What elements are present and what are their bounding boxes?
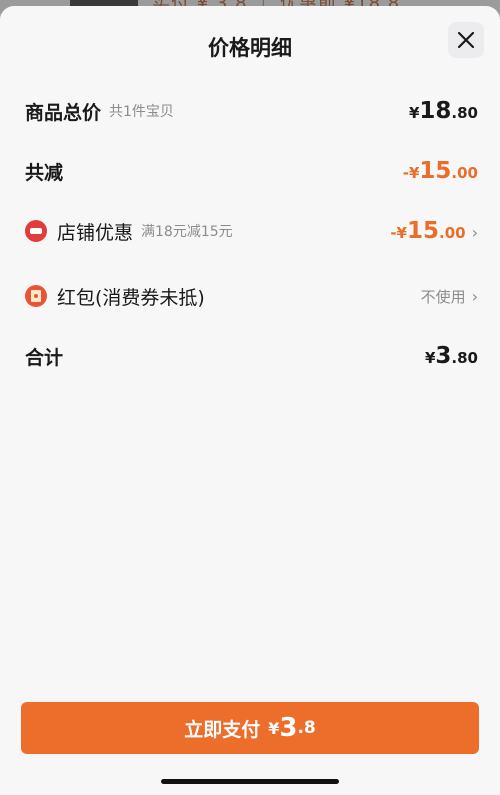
- item-count: 共1件宝贝: [109, 104, 174, 120]
- red-packet-row[interactable]: 红包(消费券未抵) 不使用 ›: [25, 281, 478, 311]
- goods-total-row: 商品总价 共1件宝贝 ¥18.80: [25, 96, 478, 126]
- chevron-right-icon: ›: [471, 223, 478, 242]
- close-icon: [457, 31, 475, 49]
- red-packet-value: 不使用: [420, 287, 466, 306]
- shop-coupon-icon: [25, 220, 47, 242]
- shop-discount-label: 店铺优惠: [57, 221, 134, 244]
- total-price: ¥3.80: [424, 343, 478, 369]
- sheet-title: 价格明细: [208, 36, 292, 60]
- home-indicator[interactable]: [161, 779, 339, 784]
- shop-discount-rule: 满18元减15元: [141, 224, 233, 240]
- total-row: 合计 ¥3.80: [25, 341, 478, 371]
- goods-total-label: 商品总价: [25, 101, 102, 124]
- chevron-right-icon: ›: [471, 286, 478, 306]
- total-reduce-label: 共减: [25, 161, 64, 184]
- red-packet-icon: [25, 285, 47, 307]
- shop-discount-amount: -¥ 15.00: [390, 218, 466, 244]
- goods-total-price: ¥18.80: [408, 98, 478, 124]
- red-packet-label: 红包(消费券未抵): [57, 286, 205, 309]
- total-label: 合计: [25, 346, 64, 369]
- close-button[interactable]: [448, 22, 484, 58]
- total-reduce-row: 共减 -¥ 15.00: [25, 156, 478, 186]
- pay-now-button[interactable]: 立即支付 ¥3.8: [21, 702, 479, 754]
- pay-now-label: 立即支付: [184, 718, 261, 741]
- total-reduce-amount: -¥ 15.00: [402, 158, 478, 184]
- shop-discount-row[interactable]: 店铺优惠 满18元减15元 -¥ 15.00 ›: [25, 216, 478, 246]
- price-detail-sheet: 价格明细 商品总价 共1件宝贝 ¥18.80 共减 -¥ 15.00 店铺优惠 满…: [0, 6, 500, 795]
